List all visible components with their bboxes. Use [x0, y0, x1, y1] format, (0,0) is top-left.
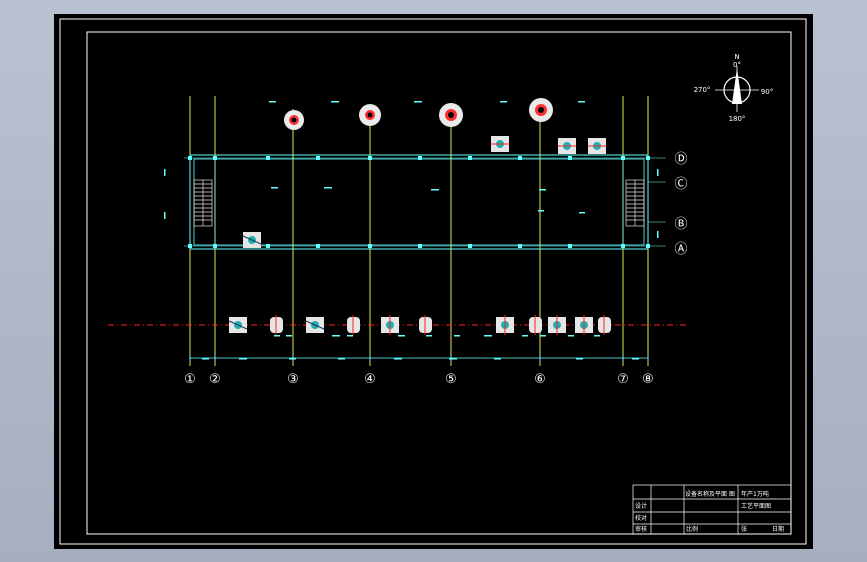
- axis-label-d: Ⓓ: [674, 152, 687, 167]
- title-block-line2: 年产1万吨: [741, 490, 769, 498]
- equipment-unit[interactable]: [242, 232, 262, 248]
- pump-unit[interactable]: [419, 315, 432, 335]
- axis-label-3: ③: [287, 372, 299, 387]
- compass-90: 90°: [761, 88, 773, 96]
- axis-label-c: Ⓒ: [674, 177, 687, 192]
- equipment-unit[interactable]: [588, 138, 606, 154]
- compass-270: 270°: [694, 86, 711, 94]
- stair-right: [625, 179, 645, 227]
- axis-label-6: ⑥: [534, 372, 546, 387]
- axis-label-1: ①: [184, 372, 196, 387]
- equipment-unit[interactable]: [548, 315, 566, 335]
- title-block-date: 日期: [772, 525, 784, 533]
- compass-n: N: [734, 53, 739, 61]
- tank-3[interactable]: [439, 103, 463, 127]
- title-block-col2: 校对: [635, 514, 647, 522]
- pump-unit[interactable]: [529, 315, 542, 335]
- title-block-text: 设备名称及平面 图 年产1万吨 工艺平面图 设计 校对 审核 比例 张 日期: [635, 490, 784, 533]
- equipment-unit[interactable]: [491, 136, 509, 152]
- axis-label-8: ⑧: [642, 372, 654, 387]
- pump-unit[interactable]: [598, 315, 611, 335]
- pump-unit[interactable]: [347, 315, 360, 335]
- sheet-border-outer: [59, 18, 807, 545]
- stair-left: [193, 179, 213, 227]
- equipment-unit[interactable]: [305, 317, 325, 333]
- equipment-unit[interactable]: [228, 317, 248, 333]
- axis-label-2: ②: [209, 372, 221, 387]
- tank-2[interactable]: [359, 104, 381, 126]
- drawing-viewport[interactable]: ① ② ③ ④ ⑤ ⑥ ⑦ ⑧ Ⓓ Ⓒ Ⓑ Ⓐ N 0° 90° 180° 27…: [54, 14, 813, 549]
- title-block-line3: 工艺平面图: [741, 502, 771, 510]
- tank-4[interactable]: [529, 98, 553, 122]
- axis-label-b: Ⓑ: [674, 217, 687, 232]
- tank-row: [284, 98, 553, 130]
- title-block-line1: 设备名称及平面 图: [685, 490, 735, 498]
- compass-0: 0°: [733, 61, 741, 69]
- cad-drawing: ① ② ③ ④ ⑤ ⑥ ⑦ ⑧ Ⓓ Ⓒ Ⓑ Ⓐ N 0° 90° 180° 27…: [59, 18, 807, 545]
- app-window: ① ② ③ ④ ⑤ ⑥ ⑦ ⑧ Ⓓ Ⓒ Ⓑ Ⓐ N 0° 90° 180° 27…: [0, 0, 867, 562]
- axis-label-a: Ⓐ: [674, 242, 687, 257]
- equipment-unit[interactable]: [575, 315, 593, 335]
- title-block-sheet: 张: [741, 525, 747, 533]
- equipment-unit[interactable]: [496, 315, 514, 335]
- tank-1[interactable]: [284, 110, 304, 130]
- north-compass: N 0° 90° 180° 270°: [694, 53, 774, 123]
- equipment-unit[interactable]: [558, 138, 576, 154]
- axis-label-7: ⑦: [617, 372, 629, 387]
- axis-bubbles-numbers: ① ② ③ ④ ⑤ ⑥ ⑦ ⑧: [184, 372, 654, 387]
- axis-bubbles-letters: Ⓓ Ⓒ Ⓑ Ⓐ: [674, 152, 687, 257]
- title-block-scale: 比例: [686, 525, 698, 533]
- equipment-units: [228, 136, 611, 335]
- equipment-unit[interactable]: [381, 315, 399, 335]
- axis-label-4: ④: [364, 372, 376, 387]
- title-block-col3: 审核: [635, 525, 647, 533]
- pump-unit[interactable]: [270, 315, 283, 335]
- sheet-border-inner: [86, 31, 792, 535]
- title-block-col1: 设计: [635, 502, 647, 510]
- compass-180: 180°: [729, 115, 746, 123]
- axis-label-5: ⑤: [445, 372, 457, 387]
